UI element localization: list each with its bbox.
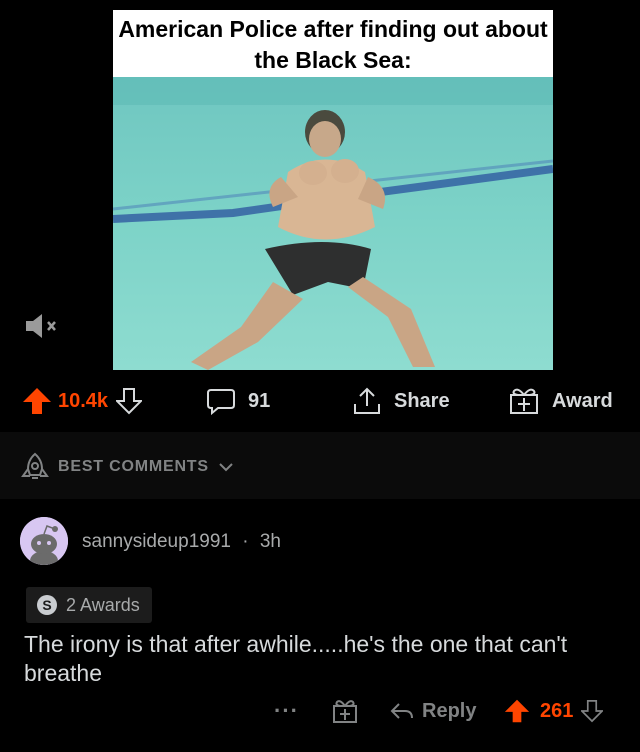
avatar[interactable] — [20, 517, 68, 565]
give-award-button[interactable] — [331, 691, 359, 731]
meta-separator: · — [242, 531, 249, 552]
svg-text:S: S — [42, 597, 51, 613]
award-button[interactable]: Award — [508, 370, 613, 432]
gift-icon — [510, 388, 538, 414]
mute-icon[interactable] — [24, 312, 60, 340]
sort-dropdown[interactable]: BEST COMMENTS — [20, 452, 235, 482]
reply-button[interactable]: Reply — [390, 691, 476, 731]
awards-chip[interactable]: S 2 Awards — [26, 587, 152, 623]
share-button[interactable]: Share — [352, 370, 450, 432]
comment: sannysideup1991 · 3h S 2 Awards The iron… — [0, 499, 640, 752]
video-player[interactable] — [113, 77, 553, 370]
comment-sort-bar: BEST COMMENTS — [0, 432, 640, 499]
awards-label: 2 Awards — [66, 594, 140, 615]
chevron-down-icon — [219, 463, 233, 472]
award-label: Award — [552, 389, 613, 412]
upvote-arrow-icon[interactable] — [504, 698, 530, 724]
comments-button[interactable]: 91 — [206, 370, 270, 432]
comment-bubble-icon — [207, 389, 235, 416]
reply-label: Reply — [422, 699, 477, 722]
rocket-icon — [21, 452, 49, 479]
comment-score: 261 — [540, 699, 574, 722]
silver-award-icon: S — [37, 595, 57, 615]
more-options-button[interactable]: ··· — [274, 691, 299, 731]
comments-count: 91 — [248, 389, 271, 412]
meme-caption: American Police after finding out about … — [113, 10, 553, 77]
post-media[interactable]: American Police after finding out about … — [0, 0, 640, 370]
vote-group: 10.4k — [22, 370, 143, 432]
sort-label: BEST COMMENTS — [58, 458, 209, 475]
upvote-arrow-icon[interactable] — [22, 387, 52, 415]
username[interactable]: sannysideup1991 — [82, 531, 231, 552]
share-icon — [354, 387, 380, 414]
comment-age: 3h — [259, 531, 281, 552]
video-frame — [113, 77, 553, 370]
downvote-arrow-icon[interactable] — [581, 699, 604, 723]
snoo-avatar-icon — [20, 517, 68, 565]
comment-meta: sannysideup1991 · 3h — [82, 531, 281, 553]
reply-arrow-icon — [390, 703, 413, 719]
comment-body: The irony is that after awhile.....he's … — [24, 631, 568, 686]
downvote-arrow-icon[interactable] — [116, 387, 143, 415]
comment-vote-group: 261 — [504, 691, 604, 731]
gift-icon — [333, 700, 357, 723]
post-action-bar: 10.4k 91 Share Award — [0, 370, 640, 433]
share-label: Share — [394, 389, 450, 412]
post-score: 10.4k — [58, 389, 109, 412]
comment-actions: ··· Reply 261 — [0, 691, 640, 731]
